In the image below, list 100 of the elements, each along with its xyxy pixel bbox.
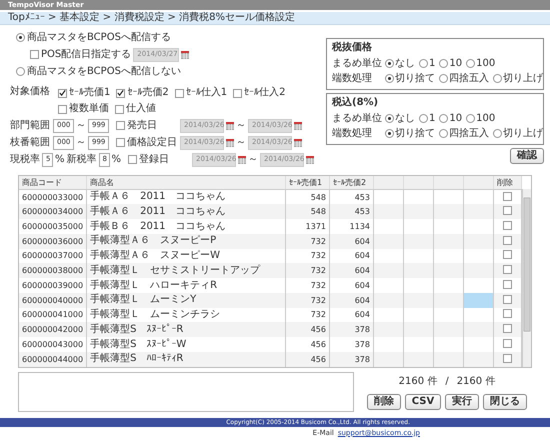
checkbox[interactable] [116,121,125,130]
radio-button[interactable] [439,114,448,123]
radio-label: 四捨五入 [449,128,489,140]
checkbox[interactable] [116,138,125,147]
field-label: 端数処理 [332,128,373,140]
calendar-icon[interactable] [294,122,302,130]
checkbox[interactable] [174,88,184,98]
unit-label: % [112,154,122,166]
checkbox[interactable] [503,220,512,230]
field-label: 枝番範囲 [10,136,51,148]
radio-label: 四捨五入 [449,72,489,84]
table-cell: 453 [330,204,374,220]
checkbox[interactable] [233,88,242,98]
field-label: 端数処理 [332,72,373,84]
radio-button[interactable] [439,129,448,138]
calendar-icon[interactable] [238,156,246,164]
run-button[interactable]: 実行 [445,394,480,410]
checkbox[interactable] [503,192,512,201]
radio-button[interactable] [466,59,476,68]
panel-title: 税込(8%) [332,97,380,109]
close-button[interactable]: 閉じる [483,394,528,410]
checkbox[interactable] [116,88,126,98]
table-cell: 手帳薄型Ａ６ スヌーピーP [86,234,286,249]
checkbox-label: POS配信日指定する [41,48,132,60]
calendar-icon[interactable] [226,122,234,130]
checkbox[interactable] [503,236,512,245]
csv-button[interactable]: CSV [404,394,442,410]
radio-label: 100 [476,58,496,70]
checkbox[interactable] [503,250,512,260]
table-cell: 604 [330,292,374,308]
field-label: 現税率 [10,154,40,166]
table-cell: 600000040000 [19,292,87,308]
radio-label: 商品マスタをBCPOSへ配信する [27,32,171,44]
checkbox[interactable] [58,88,67,98]
checkbox[interactable] [503,265,512,274]
field-label: 新税率 [66,154,97,166]
table-cell: 732 [286,263,330,278]
field-label: まるめ単位 [332,58,383,70]
radio-button[interactable] [16,33,25,42]
checkbox[interactable] [58,104,67,114]
radio-button[interactable] [493,74,502,83]
column-header: 商品名 [86,176,286,190]
checkbox[interactable] [115,104,124,114]
radio-button[interactable] [16,67,25,76]
checkbox[interactable] [128,155,138,164]
checkbox[interactable] [503,338,512,348]
radio-button[interactable] [439,59,448,68]
checkbox-label: ｾｰﾙ売価1 [69,87,110,99]
delete-button[interactable]: 削除 [366,394,401,410]
radio-button[interactable] [439,74,448,83]
record-count: 2160 件 [398,376,438,388]
checkbox-label: ｾｰﾙ仕入1 [186,87,228,99]
radio-button[interactable] [385,129,394,138]
table-cell: 604 [330,234,374,249]
table-cell: 600000036000 [19,234,87,249]
calendar-icon[interactable] [226,138,234,146]
checkbox[interactable] [503,324,512,334]
table-cell: 手帳薄型S ﾊﾛｰｷﾃｨR [86,352,286,367]
table-cell: 732 [286,292,330,308]
radio-button[interactable] [493,129,502,138]
checkbox-label: 登録日 [139,154,170,166]
table-cell: 手帳Ａ６ 2011 ココちゃん [86,204,286,220]
radio-label: 1 [429,58,436,70]
checkbox-label: 複数単価 [69,103,109,115]
checkbox[interactable] [503,354,512,363]
memo-field[interactable] [18,372,354,412]
radio-label: 切り捨て [395,128,435,140]
radio-button[interactable] [419,114,428,123]
calendar-icon[interactable] [294,138,302,146]
column-header: ｾｰﾙ売価2 [330,176,374,190]
confirm-button[interactable]: 確認 [510,148,544,164]
scrollbar[interactable] [522,189,531,367]
record-total: 2160 件 [456,376,496,388]
table-cell: 600000034000 [19,204,87,220]
range-separator: ～ [76,136,86,148]
table-cell: 548 [286,204,330,220]
column-header: 商品コード [19,176,87,190]
checkbox[interactable] [503,309,512,318]
table-cell: 手帳薄型Ｌ ムーミンY [86,292,286,308]
radio-button[interactable] [385,114,394,123]
count-separator: / [445,376,449,388]
calendar-icon[interactable] [306,156,314,164]
checkbox-label: 発売日 [127,120,158,132]
table-cell: 手帳薄型S ｽﾇｰﾋﾟｰR [86,322,286,338]
calendar-icon[interactable] [181,50,190,58]
column-header: 削除 [494,176,522,190]
checkbox[interactable] [30,50,39,59]
field-label: 対象価格 [10,86,50,98]
radio-button[interactable] [466,114,476,123]
checkbox[interactable] [503,206,512,216]
radio-label: 切り捨て [395,72,435,84]
radio-button[interactable] [419,59,428,68]
radio-button[interactable] [385,74,394,83]
table-cell: 456 [286,352,330,367]
checkbox[interactable] [503,280,512,289]
radio-label: なし [395,112,415,124]
radio-button[interactable] [385,59,394,68]
checkbox[interactable] [503,294,512,304]
selected-cell[interactable] [464,292,494,308]
radio-label: 切り上げ [503,128,543,140]
